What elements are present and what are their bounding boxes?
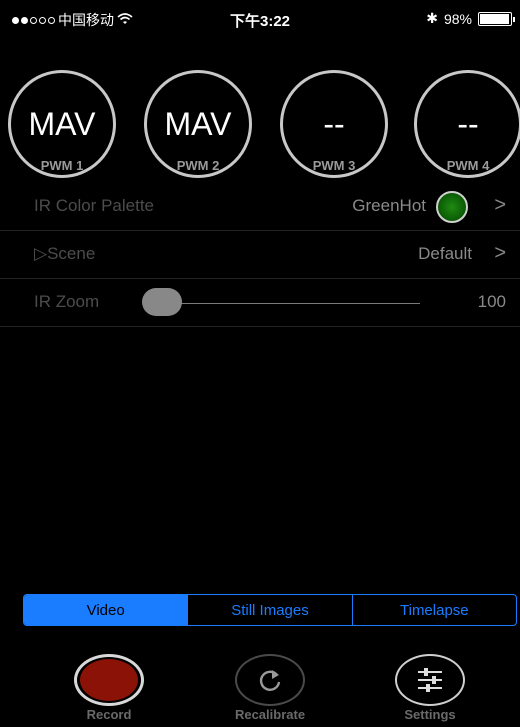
settings-label: Settings [404,707,456,722]
refresh-icon [235,654,305,706]
ir-zoom-row: IR Zoom 100 [0,279,520,327]
pwm-gauge-3[interactable]: -- PWM 3 [272,70,396,180]
settings-button[interactable]: Settings [375,654,485,727]
battery-info: ✱ 98% [426,10,515,27]
record-button[interactable]: Record [54,654,164,727]
record-label: Record [86,707,132,722]
scene-row[interactable]: ▷Scene Default > [0,231,520,279]
ir-color-palette-label: IR Color Palette [34,196,154,215]
tab-still-images[interactable]: Still Images [188,595,353,625]
battery-percent: 98% [443,10,472,27]
battery-icon [478,11,515,26]
record-icon [74,654,144,706]
recalibrate-button[interactable]: Recalibrate [215,654,325,727]
chevron-right-icon: > [494,242,506,264]
ir-zoom-value: 100 [477,292,506,311]
sliders-icon [395,654,465,706]
chevron-right-icon: > [494,194,506,216]
pwm-label: PWM 1 [40,158,84,173]
battery-fill [480,13,510,24]
recalibrate-label: Recalibrate [234,707,306,722]
pwm-gauges: MAV PWM 1 MAV PWM 2 -- PWM 3 -- PWM 4 [0,70,520,180]
pwm-gauge-4[interactable]: -- PWM 4 [406,70,520,180]
pwm-label: PWM 4 [446,158,490,173]
scene-label: ▷Scene [34,244,96,263]
palette-swatch [436,191,468,223]
ir-zoom-label: IR Zoom [34,292,100,311]
ir-color-palette-value: GreenHot [352,196,426,215]
scene-value: Default [418,244,472,263]
zoom-slider-track[interactable] [150,303,420,304]
pwm-gauge-1[interactable]: MAV PWM 1 [0,70,124,180]
tab-video[interactable]: Video [24,595,189,625]
bluetooth-icon: ✱ [426,10,438,26]
status-bar: 中国移动 下午3:22 ✱ 98% [0,0,520,40]
pwm-label: PWM 3 [312,158,356,173]
tab-timelapse[interactable]: Timelapse [353,595,516,625]
zoom-slider-knob[interactable] [142,288,182,316]
ir-color-palette-row[interactable]: IR Color Palette GreenHot > [0,183,520,231]
pwm-gauge-2[interactable]: MAV PWM 2 [136,70,260,180]
pwm-label: PWM 2 [176,158,220,173]
capture-mode-control: Video Still Images Timelapse [23,594,517,626]
